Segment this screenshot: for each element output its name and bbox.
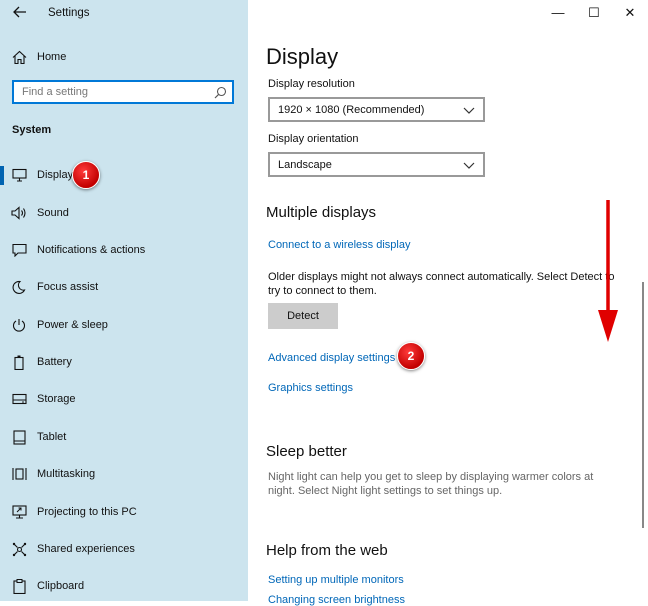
back-arrow-icon [13, 6, 26, 18]
annotation-arrow [598, 200, 618, 342]
search-placeholder: Find a setting [22, 86, 89, 98]
sidebar-item-shared-experiences[interactable]: Shared experiences [0, 534, 248, 564]
projecting-icon [11, 504, 27, 520]
sleep-text: Night light can help you get to sleep by… [268, 471, 594, 497]
search-icon [214, 86, 227, 99]
graphics-settings-link[interactable]: Graphics settings [268, 382, 353, 394]
sidebar-item-label: Sound [37, 207, 69, 219]
search-input[interactable]: Find a setting [12, 80, 234, 104]
orientation-dropdown[interactable]: Landscape [268, 152, 485, 177]
active-indicator [0, 166, 4, 185]
maximize-button[interactable]: ☐ [576, 3, 612, 23]
sidebar-item-label: Notifications & actions [37, 244, 146, 256]
wireless-display-link[interactable]: Connect to a wireless display [268, 239, 410, 251]
sidebar-item-clipboard[interactable]: Clipboard [0, 571, 248, 601]
sidebar-item-label: Focus assist [37, 281, 99, 293]
chevron-down-icon [463, 162, 475, 169]
shared-icon [11, 541, 27, 557]
sidebar-item-notifications[interactable]: Notifications & actions [0, 235, 248, 265]
advanced-display-settings-link[interactable]: Advanced display settings [268, 352, 395, 364]
orientation-label: Display orientation [268, 133, 359, 145]
help-link-multiple-monitors[interactable]: Setting up multiple monitors [268, 574, 404, 586]
moon-icon [11, 279, 27, 295]
battery-icon [11, 354, 27, 370]
power-icon [11, 317, 27, 333]
notification-icon [11, 242, 27, 258]
sidebar-item-power-sleep[interactable]: Power & sleep [0, 310, 248, 340]
main-pane: — ☐ ✕ Display Display resolution 1920 × … [248, 0, 648, 606]
section-label: System [12, 124, 52, 136]
minimize-button[interactable]: — [540, 3, 576, 23]
sidebar-item-label: Clipboard [37, 580, 85, 592]
multitasking-icon [11, 466, 27, 482]
scrollbar[interactable] [642, 282, 644, 528]
title-bar-left: Settings [0, 0, 248, 30]
sidebar-item-focus-assist[interactable]: Focus assist [0, 272, 248, 302]
annotation-badge-1: 1 [72, 161, 100, 189]
resolution-dropdown[interactable]: 1920 × 1080 (Recommended) [268, 97, 485, 122]
older-displays-text: Older displays might not always connect … [268, 271, 615, 297]
back-button[interactable] [10, 5, 30, 23]
sidebar: Settings Home Find a setting System Disp… [0, 0, 248, 601]
storage-icon [11, 391, 27, 407]
help-link-brightness[interactable]: Changing screen brightness [268, 594, 405, 606]
sidebar-item-tablet[interactable]: Tablet [0, 422, 248, 452]
sidebar-item-label: Power & sleep [37, 319, 108, 331]
sidebar-item-label: Battery [37, 356, 72, 368]
multiple-displays-heading: Multiple displays [266, 204, 377, 221]
sidebar-item-projecting[interactable]: Projecting to this PC [0, 497, 248, 527]
tablet-icon [11, 429, 27, 445]
close-button[interactable]: ✕ [612, 3, 648, 23]
monitor-icon [11, 167, 27, 183]
sidebar-item-battery[interactable]: Battery [0, 347, 248, 377]
orientation-value: Landscape [278, 159, 332, 171]
page-title: Display [266, 44, 339, 69]
sidebar-item-label: Projecting to this PC [37, 506, 137, 518]
sidebar-item-multitasking[interactable]: Multitasking [0, 459, 248, 489]
sidebar-item-label: Storage [37, 393, 76, 405]
detect-button[interactable]: Detect [268, 303, 338, 329]
chevron-down-icon [463, 107, 475, 114]
sidebar-item-label: Multitasking [37, 468, 96, 480]
sidebar-item-label: Shared experiences [37, 543, 135, 555]
help-heading: Help from the web [266, 542, 388, 559]
app-title: Settings [48, 7, 90, 19]
sidebar-item-storage[interactable]: Storage [0, 384, 248, 414]
sidebar-item-label: Tablet [37, 431, 67, 443]
sidebar-item-label: Display [37, 169, 74, 181]
sidebar-item-sound[interactable]: Sound [0, 198, 248, 228]
home-icon [11, 49, 27, 65]
home-label: Home [37, 51, 67, 63]
sleep-heading: Sleep better [266, 443, 347, 460]
sidebar-item-display[interactable]: Display [0, 160, 248, 190]
resolution-label: Display resolution [268, 78, 355, 90]
speaker-icon [11, 205, 27, 221]
resolution-value: 1920 × 1080 (Recommended) [278, 104, 425, 116]
home-nav-item[interactable]: Home [0, 45, 248, 69]
annotation-badge-2: 2 [397, 342, 425, 370]
clipboard-icon [11, 578, 27, 594]
